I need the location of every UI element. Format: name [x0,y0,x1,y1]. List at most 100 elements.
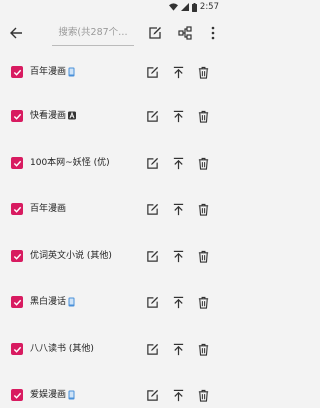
enable-checkbox[interactable] [11,110,23,122]
edit-source-button[interactable] [144,201,160,217]
enable-checkbox[interactable] [11,389,23,401]
edit-source-button[interactable] [144,155,160,171]
move-top-icon [173,296,183,308]
checkmark-icon [13,299,21,306]
more-options-button[interactable] [203,23,223,43]
share-button[interactable] [175,23,195,43]
delete-source-button[interactable] [195,64,211,80]
back-button[interactable] [6,23,26,43]
move-to-top-button[interactable] [170,201,186,217]
edit-icon [146,343,158,355]
share-icon [178,26,192,40]
phone-badge-icon [68,390,76,400]
source-name-text: 优词英文小说 (其他) [30,251,112,261]
enable-checkbox[interactable] [11,343,23,355]
list-item: 八八读书 (其他) [0,338,225,362]
trash-icon [198,296,208,309]
trash-icon [198,203,208,216]
delete-source-button[interactable] [195,201,211,217]
source-name: 百年漫画 [30,202,66,216]
status-indicators: 2:57 [168,1,219,13]
source-name-text: 八八读书 (其他) [30,344,94,354]
enable-checkbox[interactable] [11,296,23,308]
edit-source-button[interactable] [144,64,160,80]
enable-checkbox[interactable] [11,203,23,215]
search-field [52,19,134,46]
list-item: 爱娱漫画 [0,384,225,408]
move-to-top-button[interactable] [170,248,186,264]
delete-source-button[interactable] [195,248,211,264]
edit-icon [146,110,158,122]
checkmark-icon [13,392,21,399]
signal-icon [180,3,189,11]
source-name: 100本网~妖怪 (优) [30,156,110,170]
battery-icon [191,2,197,12]
list-item: 百年漫画 [0,61,225,85]
arrow-left-icon [10,27,22,39]
delete-source-button[interactable] [195,108,211,124]
delete-source-button[interactable] [195,341,211,357]
edit-source-button[interactable] [144,108,160,124]
trash-icon [198,157,208,170]
edit-box-icon [149,27,161,39]
enable-checkbox[interactable] [11,66,23,78]
a-badge-icon [68,111,77,121]
move-top-icon [173,250,183,262]
trash-icon [198,110,208,123]
move-to-top-button[interactable] [170,387,186,403]
edit-icon [146,250,158,262]
source-name: 百年漫画 [30,65,76,79]
list-item: 优词英文小说 (其他) [0,245,225,269]
edit-icon [146,66,158,78]
search-input[interactable] [52,19,134,45]
source-name: 快看漫画 [30,109,77,123]
source-name-text: 百年漫画 [30,67,67,77]
clock-time: 2:57 [199,2,219,12]
phone-badge-icon [68,297,76,307]
phone-badge-icon [68,67,76,77]
edit-source-button[interactable] [144,248,160,264]
more-vert-icon [211,26,215,40]
move-top-icon [173,203,183,215]
source-name-text: 100本网~妖怪 (优) [30,158,110,168]
checkmark-icon [13,253,21,260]
trash-icon [198,66,208,79]
move-top-icon [173,157,183,169]
enable-checkbox[interactable] [11,157,23,169]
enable-checkbox[interactable] [11,250,23,262]
delete-source-button[interactable] [195,294,211,310]
edit-mode-button[interactable] [145,23,165,43]
source-name-text: 黑白漫话 [30,297,67,307]
list-item: 100本网~妖怪 (优) [0,152,225,176]
delete-source-button[interactable] [195,387,211,403]
edit-source-button[interactable] [144,294,160,310]
checkmark-icon [13,69,21,76]
checkmark-icon [13,113,21,120]
move-to-top-button[interactable] [170,294,186,310]
source-name: 黑白漫话 [30,295,76,309]
edit-icon [146,203,158,215]
move-top-icon [173,343,183,355]
move-top-icon [173,66,183,78]
move-to-top-button[interactable] [170,155,186,171]
list-item: 百年漫画 [0,198,225,222]
move-top-icon [173,110,183,122]
checkmark-icon [13,206,21,213]
checkmark-icon [13,160,21,167]
edit-source-button[interactable] [144,341,160,357]
delete-source-button[interactable] [195,155,211,171]
source-name-text: 快看漫画 [30,111,67,121]
move-to-top-button[interactable] [170,108,186,124]
source-name: 八八读书 (其他) [30,342,94,356]
move-to-top-button[interactable] [170,341,186,357]
list-item: 黑白漫话 [0,291,225,315]
move-to-top-button[interactable] [170,64,186,80]
edit-icon [146,296,158,308]
list-item: 快看漫画 [0,105,225,129]
source-name: 优词英文小说 (其他) [30,249,112,263]
edit-source-button[interactable] [144,387,160,403]
trash-icon [198,343,208,356]
edit-icon [146,157,158,169]
wifi-icon [168,3,178,11]
toolbar [0,14,225,52]
